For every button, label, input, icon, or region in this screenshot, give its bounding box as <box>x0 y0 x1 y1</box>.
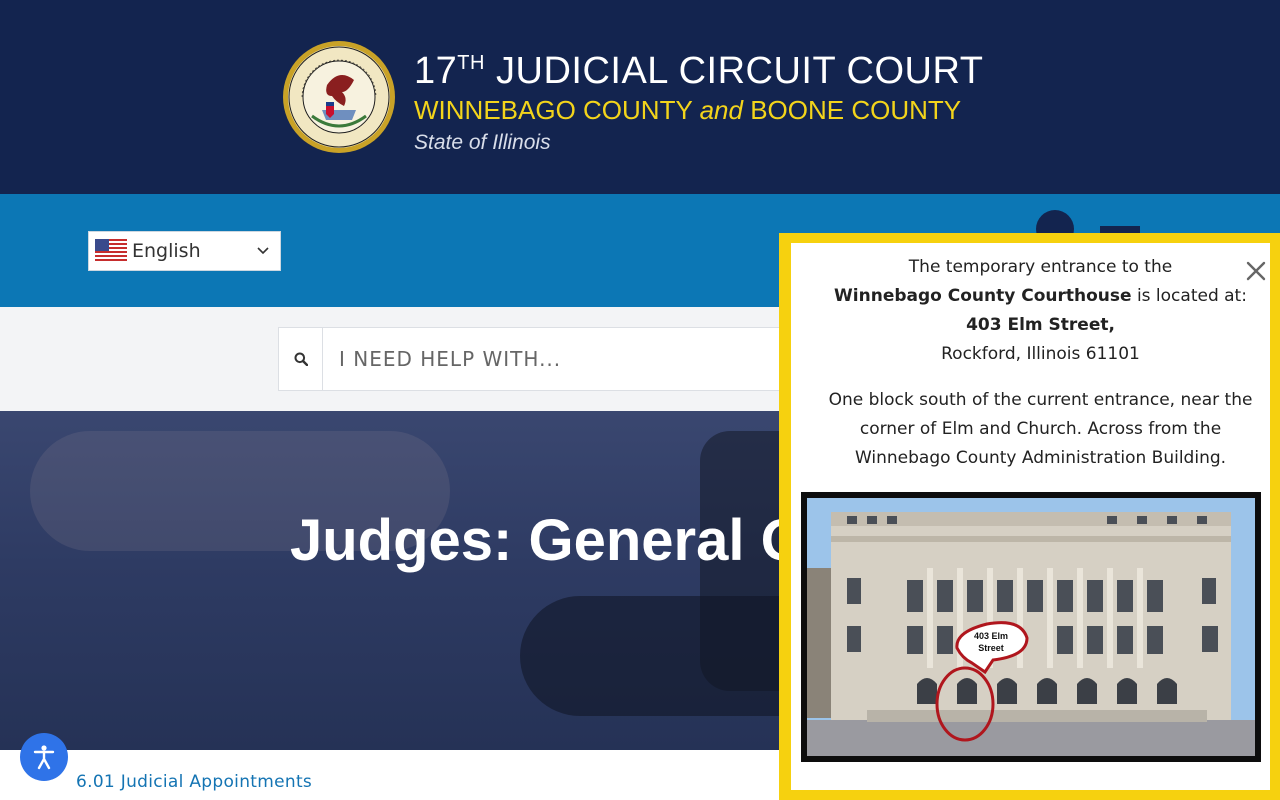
accessibility-icon <box>33 745 55 770</box>
directions-line2: corner of Elm and Church. Across from th… <box>859 419 1222 439</box>
notice-city: Rockford, Illinois 61101 <box>941 344 1140 364</box>
search-box <box>278 327 798 391</box>
notice-line2: Winnebago County Courthouse is located a… <box>834 286 1247 306</box>
notice-street: 403 Elm Street, <box>966 315 1115 335</box>
entrance-address: The temporary entrance to the Winnebago … <box>801 253 1280 369</box>
site-header: 17TH JUDICIAL CIRCUIT COURT WINNEBAGO CO… <box>0 0 1280 194</box>
state-name: State of Illinois <box>414 131 551 154</box>
search-input[interactable] <box>339 344 779 374</box>
chevron-down-icon <box>257 247 269 255</box>
accessibility-button[interactable] <box>20 733 68 781</box>
notice-line1: The temporary entrance to the <box>908 257 1173 277</box>
illinois-state-seal-icon[interactable] <box>282 40 396 154</box>
entrance-directions: One block south of the current entrance,… <box>801 386 1280 473</box>
us-flag-icon <box>95 239 127 263</box>
counties: WINNEBAGO COUNTY and BOONE COUNTY <box>414 95 962 125</box>
search-icon <box>294 352 308 366</box>
court-title: 17TH JUDICIAL CIRCUIT COURT WINNEBAGO CO… <box>414 40 983 160</box>
language-label: English <box>132 240 201 262</box>
directions-line3: Winnebago County Administration Building… <box>854 448 1227 468</box>
courthouse-photo-frame: 403 Elm Street <box>801 492 1261 762</box>
court-name: 17TH JUDICIAL CIRCUIT COURT <box>414 50 984 92</box>
entrance-notice-popup: The temporary entrance to the Winnebago … <box>779 233 1280 800</box>
directions-line1: One block south of the current entrance,… <box>828 390 1253 410</box>
judicial-appointments-link[interactable]: 6.01 Judicial Appointments <box>76 772 312 792</box>
search-button[interactable] <box>279 328 323 390</box>
popup-content: The temporary entrance to the Winnebago … <box>791 243 1270 790</box>
language-selector[interactable]: English <box>88 231 281 271</box>
photo-callout-line2: Street <box>978 643 1004 653</box>
photo-callout-line1: 403 Elm <box>974 631 1008 641</box>
courthouse-photo: 403 Elm Street <box>807 498 1255 756</box>
